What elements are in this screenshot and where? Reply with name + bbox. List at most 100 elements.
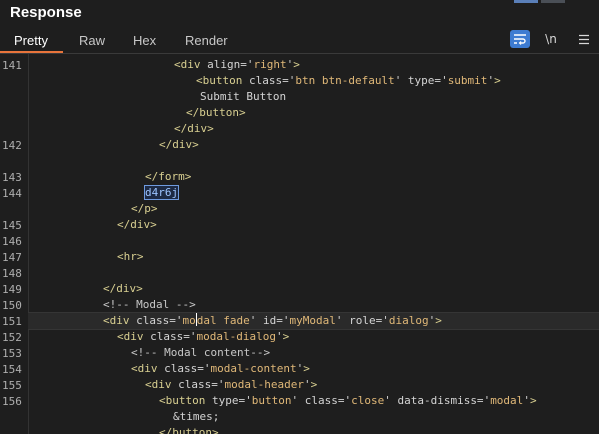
code-tag: > <box>529 394 537 407</box>
line-number: 145 <box>2 219 22 232</box>
code-value: close <box>351 394 385 407</box>
code-line: <div class='modal-dialog'> <box>117 330 290 343</box>
tab-raw[interactable]: Raw <box>79 33 105 48</box>
line-number: 149 <box>2 283 22 296</box>
code-attr: align= <box>200 58 247 71</box>
layout-toggle-b[interactable] <box>541 0 565 3</box>
code-attr: type= <box>205 394 246 407</box>
code-tag: </div> <box>117 218 157 231</box>
code-attr: class= <box>143 330 190 343</box>
tab-render[interactable]: Render <box>185 33 228 48</box>
code-tag: </div> <box>174 122 214 135</box>
code-tag: </p> <box>131 202 158 215</box>
code-line: </div> <box>28 121 599 137</box>
show-newlines-button[interactable]: \n <box>541 30 561 48</box>
line-number: 156 <box>2 395 22 408</box>
response-panel-header: Response <box>0 0 599 27</box>
code-attr: data-dismiss= <box>390 394 484 407</box>
line-number: 152 <box>2 331 22 344</box>
line-number: 143 <box>2 171 22 184</box>
code-line: &times; <box>28 409 599 425</box>
code-value: modal <box>490 394 524 407</box>
code-line: <div align='right'> <box>174 58 300 71</box>
wrap-lines-button[interactable] <box>510 30 530 48</box>
code-text: Submit Button <box>200 90 287 103</box>
code-comment: <!-- Modal --> <box>103 298 196 311</box>
code-tag: <div <box>131 362 158 375</box>
code-line: <!-- Modal --> <box>28 297 599 313</box>
code-line: <!-- Modal content--> <box>28 345 599 361</box>
code-attr: class= <box>129 314 176 327</box>
code-tag: </div> <box>159 138 199 151</box>
code-line: </div> <box>28 217 599 233</box>
code-line: </p> <box>28 201 599 217</box>
code-value: right <box>253 58 287 71</box>
code-value: btn btn-default <box>295 74 395 87</box>
code-line: </button> <box>28 425 599 434</box>
code-tag: </form> <box>145 170 192 183</box>
code-tag: <div <box>174 58 201 71</box>
code-tag: </button> <box>159 426 219 434</box>
code-comment: <!-- Modal content--> <box>131 346 271 359</box>
view-tabbar: Pretty Raw Hex Render \n <box>0 27 599 54</box>
code-value: dal fade <box>196 314 250 327</box>
code-tag: <div <box>145 378 172 391</box>
wrap-lines-icon <box>514 34 526 45</box>
line-number: 154 <box>2 363 22 376</box>
code-tag: > <box>282 330 290 343</box>
code-value: submit <box>447 74 488 87</box>
code-tag: > <box>303 362 310 375</box>
code-tag: <div <box>103 314 130 327</box>
code-tag: <button <box>159 394 206 407</box>
code-tag: <div <box>117 330 144 343</box>
more-options-button[interactable] <box>574 30 594 48</box>
selected-text[interactable]: d4r6j <box>143 185 180 200</box>
code-line: </button> <box>28 105 599 121</box>
code-tag: </button> <box>186 106 246 119</box>
code-line: d4r6j <box>28 185 599 201</box>
tab-hex[interactable]: Hex <box>133 33 156 48</box>
line-number: 142 <box>2 139 22 152</box>
code-value: mo <box>182 314 196 327</box>
code-attr: role= <box>342 314 383 327</box>
code-line: <div class='modal-header'> <box>145 378 318 391</box>
line-number: 141 <box>2 59 22 72</box>
code-line: </div> <box>28 281 599 297</box>
code-line: <button class='btn btn-default' type='su… <box>196 74 501 87</box>
code-tag: <hr> <box>117 250 144 263</box>
code-attr: class= <box>157 362 204 375</box>
layout-toggle-a[interactable] <box>514 0 538 3</box>
panel-title: Response <box>10 4 82 21</box>
code-tag: </div> <box>103 282 143 295</box>
code-attr: class= <box>298 394 345 407</box>
code-value: modal-dialog <box>196 330 276 343</box>
code-value: myModal <box>289 314 336 327</box>
code-tag: > <box>310 378 318 391</box>
code-line: Submit Button <box>28 89 599 105</box>
code-attr: class= <box>171 378 218 391</box>
line-number: 146 <box>2 235 22 248</box>
code-value: modal-header <box>224 378 304 391</box>
code-attr: type= <box>401 74 442 87</box>
code-line: </form> <box>28 169 599 185</box>
line-number: 150 <box>2 299 22 312</box>
current-code-line: <div class='modal fade' id='myModal' rol… <box>28 312 599 330</box>
code-tag: > <box>293 58 300 71</box>
line-number: 144 <box>2 187 22 200</box>
line-number: 151 <box>2 315 22 328</box>
code-text: &times; <box>173 410 220 423</box>
code-line: </div> <box>28 137 599 153</box>
code-editor[interactable]: 141 142 143 144 145 146 147 148 149 150 … <box>0 54 599 434</box>
code-attr: id= <box>256 314 283 327</box>
code-tag: > <box>435 314 442 327</box>
hamburger-menu-icon <box>579 34 589 44</box>
line-number-gutter: 141 142 143 144 145 146 147 148 149 150 … <box>0 54 29 434</box>
code-tag: > <box>494 74 501 87</box>
line-number: 147 <box>2 251 22 264</box>
code-value: button <box>251 394 292 407</box>
active-tab-indicator <box>0 51 63 53</box>
line-number: 153 <box>2 347 22 360</box>
code-line: <button type='button' class='close' data… <box>159 394 537 407</box>
tab-pretty[interactable]: Pretty <box>14 33 48 48</box>
code-value: modal-content <box>210 362 297 375</box>
